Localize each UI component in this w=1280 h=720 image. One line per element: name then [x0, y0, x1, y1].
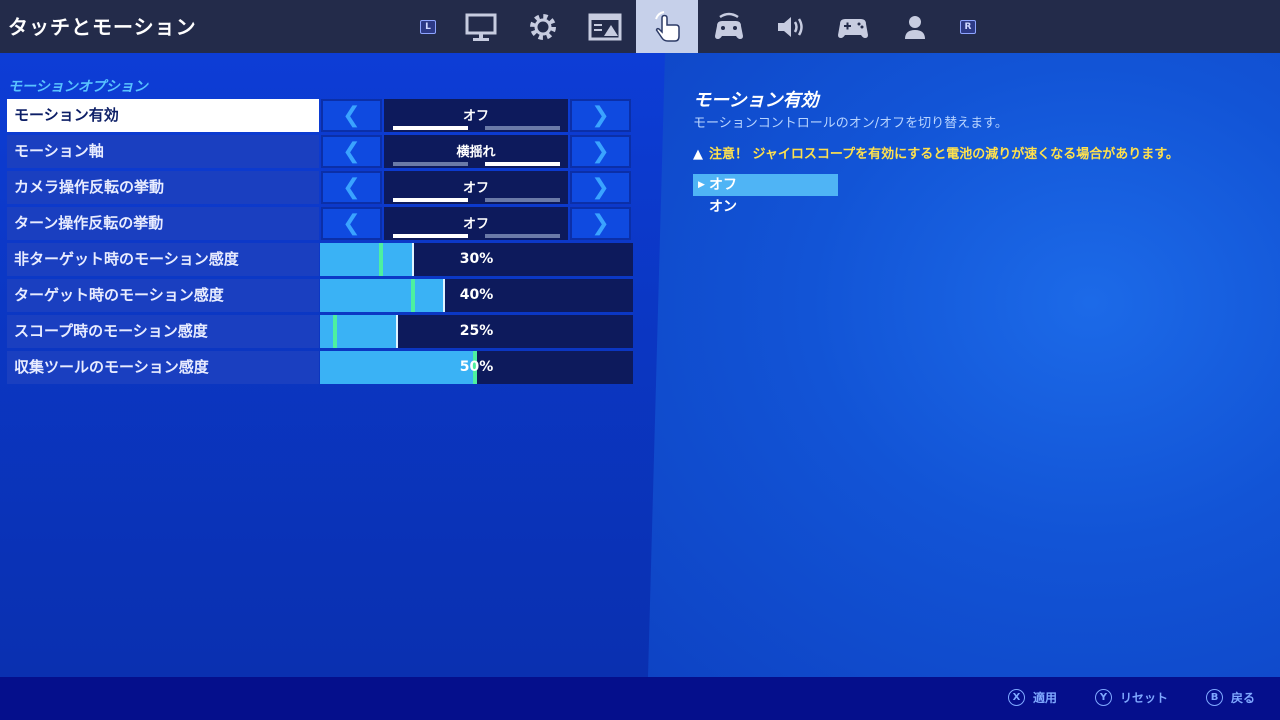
chevron-left-icon: ❮ — [342, 174, 361, 200]
option-value: オフ — [384, 171, 568, 204]
next-option-button[interactable]: ❯ — [570, 207, 631, 240]
slider-row-untargeted-sensitivity[interactable]: 非ターゲット時のモーション感度 30% — [7, 243, 633, 276]
chevron-left-icon: ❮ — [342, 138, 361, 164]
next-option-button[interactable]: ❯ — [570, 135, 631, 168]
option-indicator — [485, 162, 560, 166]
option-label: オフ — [709, 177, 737, 193]
option-indicator — [393, 162, 468, 166]
slider-row-scoped-sensitivity[interactable]: スコープ時のモーション感度 25% — [7, 315, 633, 348]
setting-label: スコープ時のモーション感度 — [7, 315, 319, 348]
setting-label: ターン操作反転の挙動 — [7, 207, 319, 240]
detail-warning: ▲ 注意！ ジャイロスコープを有効にすると電池の減りが速くなる場合があります。 — [693, 143, 1179, 162]
option-indicator — [393, 234, 468, 238]
slider-row-harvesting-tool-sensitivity[interactable]: 収集ツールのモーション感度 50% — [7, 351, 633, 384]
right-shoulder-button-hint: R — [960, 19, 976, 34]
apply-hint[interactable]: X 適用 — [1008, 689, 1057, 706]
tab-game[interactable] — [512, 0, 574, 53]
detail-option-off[interactable]: ▶ オフ — [693, 174, 838, 196]
tab-controller[interactable] — [822, 0, 884, 53]
back-label: 戻る — [1231, 691, 1256, 705]
setting-label: カメラ操作反転の挙動 — [7, 171, 319, 204]
touch-icon — [655, 10, 680, 42]
detail-description: モーションコントロールのオン/オフを切り替えます。 — [693, 116, 1008, 131]
tab-touch-and-motion[interactable] — [636, 0, 698, 53]
sensitivity-slider[interactable]: 40% — [320, 279, 633, 312]
option-value-text: オフ — [462, 217, 489, 232]
setting-row-turn-invert[interactable]: ターン操作反転の挙動 ❮ オフ ❯ — [7, 207, 633, 240]
option-value: 横揺れ — [384, 135, 568, 168]
x-button-icon: X — [1008, 689, 1025, 706]
reset-hint[interactable]: Y リセット — [1095, 689, 1168, 706]
chevron-left-icon: ❮ — [342, 210, 361, 236]
setting-label: モーション有効 — [7, 99, 319, 132]
reset-label: リセット — [1120, 691, 1169, 705]
detail-option-on[interactable]: オン — [693, 196, 838, 218]
slider-value: 25% — [459, 323, 494, 339]
setting-label: モーション軸 — [7, 135, 319, 168]
chevron-left-icon: ❮ — [342, 102, 361, 128]
gamepad-icon — [838, 18, 868, 38]
option-value-text: オフ — [462, 181, 489, 196]
sensitivity-slider[interactable]: 30% — [320, 243, 633, 276]
controller-wireless-icon — [715, 12, 743, 39]
setting-row-motion-enabled[interactable]: モーション有効 ❮ オフ ❯ — [7, 99, 633, 132]
top-bar: タッチとモーション L R — [0, 0, 1280, 53]
apply-label: 適用 — [1033, 691, 1058, 705]
tab-video[interactable] — [450, 0, 512, 53]
slider-value: 50% — [459, 359, 494, 375]
slider-value: 30% — [459, 251, 494, 267]
b-button-icon: B — [1206, 689, 1223, 706]
back-hint[interactable]: B 戻る — [1206, 689, 1255, 706]
detail-title: モーション有効 — [693, 90, 819, 111]
next-option-button[interactable]: ❯ — [570, 99, 631, 132]
section-title: モーションオプション — [8, 79, 148, 95]
tab-audio[interactable] — [760, 0, 822, 53]
option-value: オフ — [384, 99, 568, 132]
chevron-right-icon: ❯ — [591, 210, 610, 236]
caret-right-icon: ▶ — [698, 180, 705, 190]
y-button-icon: Y — [1095, 689, 1112, 706]
chevron-right-icon: ❯ — [591, 138, 610, 164]
setting-row-motion-axis[interactable]: モーション軸 ❮ 横揺れ ❯ — [7, 135, 633, 168]
monitor-icon — [465, 13, 497, 41]
warning-icon: ▲ — [693, 147, 703, 162]
option-value-text: 横揺れ — [456, 145, 496, 160]
user-icon — [905, 15, 925, 39]
option-indicator — [393, 126, 468, 130]
option-indicator — [485, 126, 560, 130]
option-label: オン — [709, 199, 737, 215]
page-title: タッチとモーション — [8, 15, 197, 39]
previous-option-button[interactable]: ❮ — [321, 135, 382, 168]
chevron-right-icon: ❯ — [591, 102, 610, 128]
setting-label: 収集ツールのモーション感度 — [7, 351, 319, 384]
option-value-text: オフ — [462, 109, 489, 124]
gear-icon — [530, 13, 556, 40]
slider-value: 40% — [459, 287, 494, 303]
option-value: オフ — [384, 207, 568, 240]
next-option-button[interactable]: ❯ — [570, 171, 631, 204]
tab-account[interactable] — [884, 0, 946, 53]
tab-wireless-controller[interactable] — [698, 0, 760, 53]
slider-row-targeted-sensitivity[interactable]: ターゲット時のモーション感度 40% — [7, 279, 633, 312]
option-indicator — [485, 234, 560, 238]
chevron-right-icon: ❯ — [591, 174, 610, 200]
setting-label: ターゲット時のモーション感度 — [7, 279, 319, 312]
tab-hud[interactable] — [574, 0, 636, 53]
settings-tabs: L R — [420, 0, 976, 53]
sensitivity-slider[interactable]: 25% — [320, 315, 633, 348]
previous-option-button[interactable]: ❮ — [321, 99, 382, 132]
left-shoulder-button-hint: L — [420, 19, 436, 34]
setting-row-camera-invert[interactable]: カメラ操作反転の挙動 ❮ オフ ❯ — [7, 171, 633, 204]
warning-text: 注意！ ジャイロスコープを有効にすると電池の減りが速くなる場合があります。 — [709, 147, 1179, 162]
bottom-bar — [0, 677, 1280, 720]
option-indicator — [393, 198, 468, 202]
previous-option-button[interactable]: ❮ — [321, 171, 382, 204]
setting-label: 非ターゲット時のモーション感度 — [7, 243, 319, 276]
hud-icon — [588, 13, 622, 40]
option-indicator — [485, 198, 560, 202]
speaker-icon — [778, 16, 803, 37]
previous-option-button[interactable]: ❮ — [321, 207, 382, 240]
sensitivity-slider[interactable]: 50% — [320, 351, 633, 384]
